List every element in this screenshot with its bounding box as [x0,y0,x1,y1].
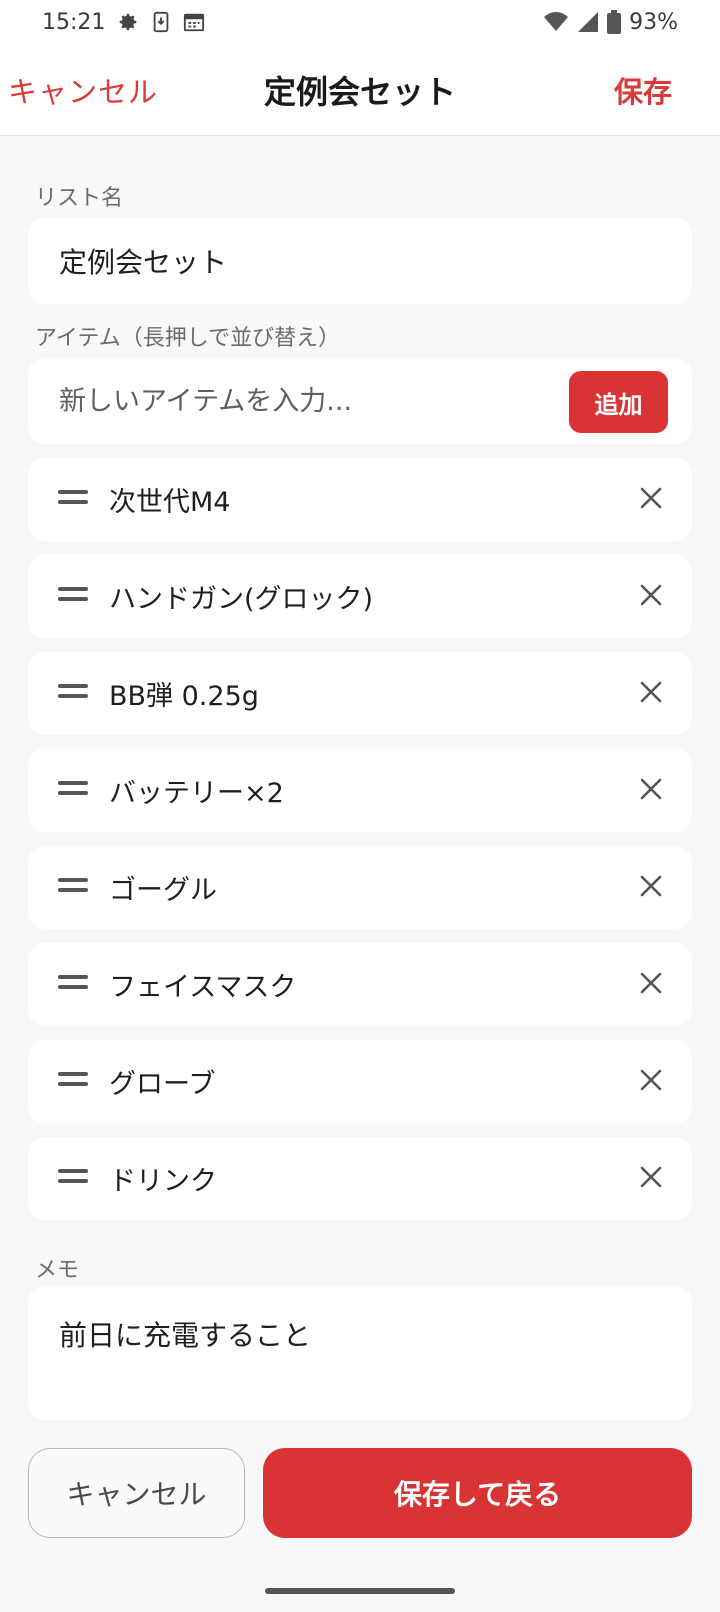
close-icon[interactable] [638,776,664,802]
wifi-icon [543,11,569,33]
cancel-button[interactable]: キャンセル [28,1448,245,1538]
list-item[interactable]: バッテリー×2 [28,749,692,832]
close-icon[interactable] [638,873,664,899]
drag-handle-icon[interactable] [58,878,88,894]
home-indicator[interactable] [265,1588,455,1594]
list-item[interactable]: ハンドガン(グロック) [28,555,692,638]
battery-percent: 93% [629,9,678,35]
list-item[interactable]: ゴーグル [28,846,692,929]
list-item-label: グローブ [109,1069,216,1100]
status-time: 15:21 [42,9,106,35]
list-item[interactable]: ドリンク [28,1137,692,1220]
list-item-label: バッテリー×2 [109,778,284,809]
list-name-field[interactable]: 定例会セット [28,218,692,304]
status-bar: 15:21 93% [0,0,720,44]
drag-handle-icon[interactable] [58,1169,88,1185]
drag-handle-icon[interactable] [58,975,88,991]
close-icon[interactable] [638,1067,664,1093]
list-item-label: フェイスマスク [109,972,297,1003]
list-item[interactable]: 次世代M4 [28,458,692,541]
header-save-button[interactable]: 保存 [614,44,672,136]
download-icon [151,11,171,33]
list-item[interactable]: BB弾 0.25g [28,652,692,735]
list-item-label: 次世代M4 [109,487,231,518]
drag-handle-icon[interactable] [58,684,88,700]
list-item[interactable]: フェイスマスク [28,943,692,1026]
list-item-label: ハンドガン(グロック) [109,584,374,615]
list-item-label: ドリンク [109,1166,217,1197]
memo-label: メモ [35,1258,80,1283]
page-title: 定例会セット [263,73,456,111]
drag-handle-icon[interactable] [58,1072,88,1088]
list-name-label: リスト名 [35,186,124,211]
add-item-button[interactable]: 追加 [569,371,668,433]
app-bar: キャンセル 定例会セット 保存 [0,44,720,136]
gear-icon [117,11,139,33]
close-icon[interactable] [638,970,664,996]
drag-handle-icon[interactable] [58,490,88,506]
calendar-icon [183,11,205,33]
battery-icon [607,10,622,34]
list-item-label: BB弾 0.25g [109,681,259,712]
close-icon[interactable] [638,582,664,608]
list-item-label: ゴーグル [109,875,217,906]
add-item-card: 追加 [28,358,692,444]
items-section-label: アイテム（長押しで並び替え） [35,326,341,351]
drag-handle-icon[interactable] [58,781,88,797]
list-item[interactable]: グローブ [28,1040,692,1123]
close-icon[interactable] [638,485,664,511]
new-item-input[interactable] [28,358,568,444]
memo-field[interactable]: 前日に充電すること [28,1286,692,1420]
signal-icon [577,11,599,33]
drag-handle-icon[interactable] [58,587,88,603]
close-icon[interactable] [638,679,664,705]
save-and-back-button[interactable]: 保存して戻る [263,1448,692,1538]
close-icon[interactable] [638,1164,664,1190]
